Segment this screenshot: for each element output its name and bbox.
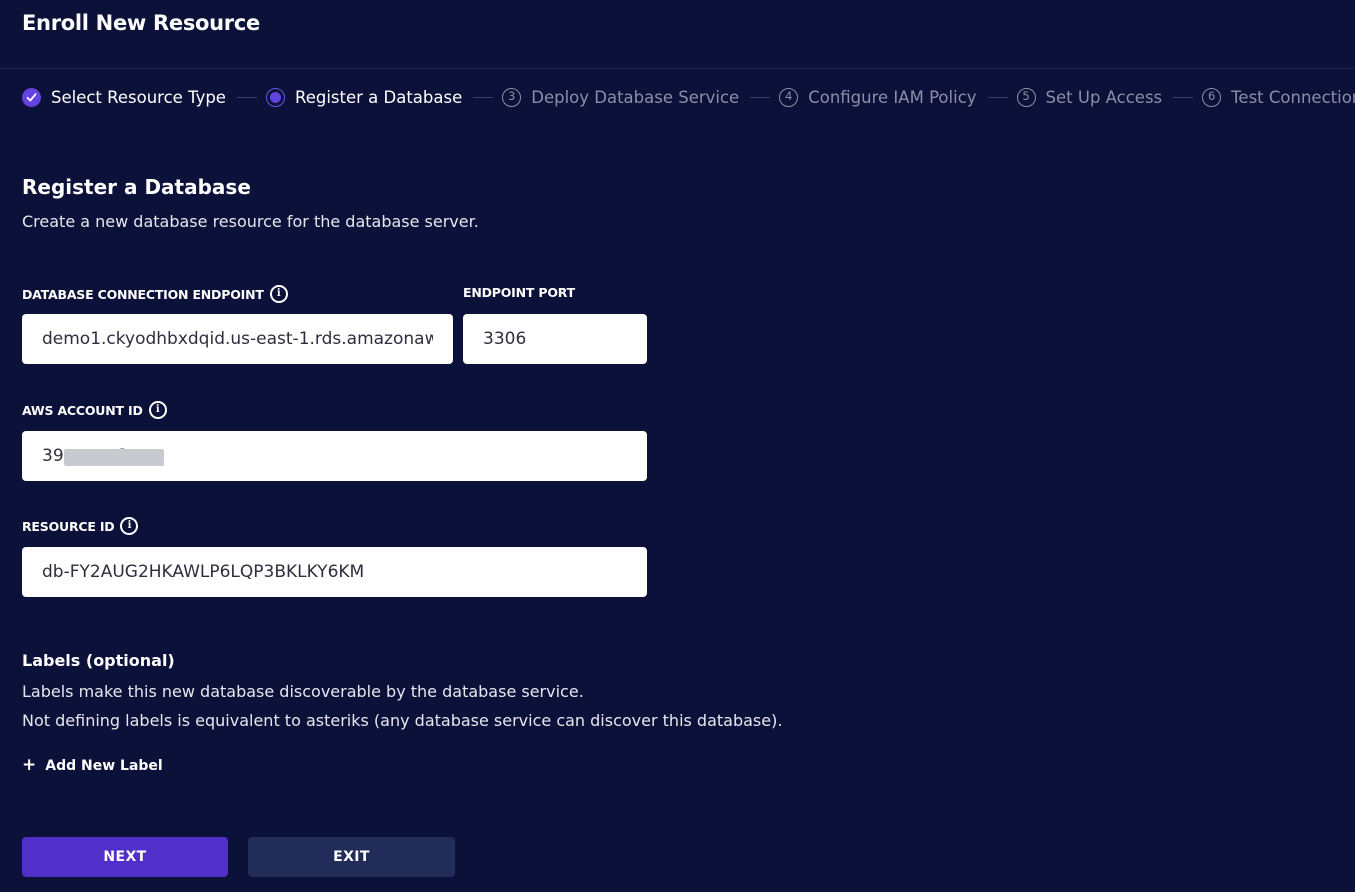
redaction-blur	[64, 449, 164, 466]
step-select-resource-type: Select Resource Type	[22, 87, 226, 107]
section-title: Register a Database	[22, 175, 251, 199]
endpoint-input[interactable]	[22, 314, 453, 364]
step-connector	[1173, 96, 1194, 98]
add-new-label-text: Add New Label	[45, 757, 163, 774]
step-number-icon: 3	[502, 87, 522, 107]
step-number-icon: 4	[779, 87, 799, 107]
step-connector	[473, 96, 494, 98]
step-number-icon: 6	[1202, 87, 1222, 107]
header-divider	[0, 68, 1355, 69]
step-label: Register a Database	[294, 87, 463, 107]
page-title: Enroll New Resource	[22, 11, 260, 35]
current-step-icon	[265, 87, 285, 107]
step-test-connection: 6 Test Connection	[1202, 87, 1355, 107]
port-input[interactable]	[463, 314, 647, 364]
step-connector	[236, 96, 257, 98]
resource-id-label: RESOURCE ID i	[22, 517, 139, 535]
info-icon[interactable]: i	[120, 517, 139, 535]
step-configure-iam-policy: 4 Configure IAM Policy	[779, 87, 977, 107]
labels-description: Labels make this new database discoverab…	[22, 682, 584, 701]
step-label: Test Connection	[1231, 87, 1355, 107]
stepper: Select Resource Type Register a Database…	[22, 85, 1355, 109]
step-label: Configure IAM Policy	[808, 87, 977, 107]
endpoint-label: DATABASE CONNECTION ENDPOINT i	[22, 285, 288, 303]
step-connector	[750, 96, 771, 98]
exit-button[interactable]: EXIT	[248, 837, 455, 877]
info-icon[interactable]: i	[269, 285, 288, 303]
step-number-icon: 5	[1016, 87, 1036, 107]
resource-id-input[interactable]	[22, 547, 647, 597]
info-icon[interactable]: i	[148, 401, 167, 419]
labels-note: Not defining labels is equivalent to ast…	[22, 711, 783, 730]
step-label: Set Up Access	[1045, 87, 1163, 107]
step-set-up-access: 5 Set Up Access	[1016, 87, 1163, 107]
account-id-label: AWS ACCOUNT ID i	[22, 401, 167, 419]
labels-title: Labels (optional)	[22, 651, 175, 670]
step-label: Select Resource Type	[51, 87, 226, 107]
step-deploy-database-service: 3 Deploy Database Service	[502, 87, 740, 107]
step-connector	[987, 96, 1008, 98]
add-new-label-button[interactable]: + Add New Label	[22, 757, 163, 774]
port-label: ENDPOINT PORT	[463, 285, 575, 300]
next-button[interactable]: NEXT	[22, 837, 228, 877]
plus-icon: +	[22, 755, 37, 775]
check-icon	[22, 87, 41, 107]
step-label: Deploy Database Service	[531, 87, 740, 107]
section-description: Create a new database resource for the d…	[22, 212, 479, 231]
step-register-database: Register a Database	[265, 87, 463, 107]
